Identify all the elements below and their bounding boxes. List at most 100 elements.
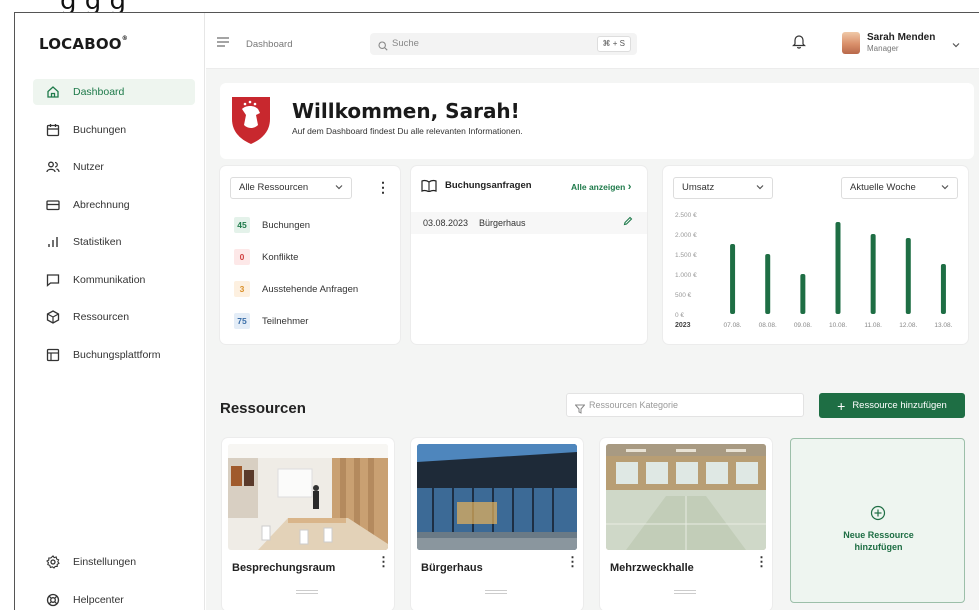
stat-item[interactable]: 3 Ausstehende Anfragen (234, 280, 358, 298)
breadcrumb[interactable]: Dashboard (246, 39, 292, 50)
new-resource-line2: hinzufügen (854, 542, 903, 552)
chevron-down-icon (335, 178, 343, 198)
sidebar-item-nutzer[interactable]: Nutzer (33, 154, 195, 180)
resource-name: Besprechungsraum (232, 562, 336, 574)
resource-card-mehrzweckhalle[interactable]: Mehrzweckhalle ⋮ (600, 438, 772, 610)
add-resource-label: Ressource hinzufügen (852, 400, 947, 411)
calendar-icon (45, 122, 61, 138)
x-year-label: 2023 (675, 322, 691, 329)
sidebar-item-label: Dashboard (73, 86, 125, 98)
stat-count: 0 (234, 249, 250, 265)
sidebar-item-helpcenter[interactable]: Helpcenter (33, 587, 195, 610)
metric-select[interactable]: Umsatz (673, 177, 773, 199)
period-select[interactable]: Aktuelle Woche (841, 177, 958, 199)
stat-label: Teilnehmer (262, 315, 309, 327)
category-filter-input[interactable]: Ressourcen Kategorie (566, 393, 804, 417)
sidebar-item-dashboard[interactable]: Dashboard (33, 79, 195, 105)
search-placeholder: Suche (392, 38, 419, 49)
pencil-icon[interactable] (623, 216, 633, 228)
sidebar-item-buchungsplattform[interactable]: Buchungsplattform (33, 342, 195, 368)
stat-item[interactable]: 75 Teilnehmer (234, 312, 308, 330)
drag-handle-icon[interactable] (485, 590, 507, 594)
chevron-right-icon: › (627, 181, 632, 193)
x-tick-label: 08.08. (759, 322, 777, 329)
more-options-icon[interactable]: ⋮ (376, 180, 390, 194)
new-resource-card[interactable]: Neue Ressource hinzufügen (790, 438, 965, 603)
avatar (842, 32, 860, 54)
stat-count: 75 (234, 313, 250, 329)
metric-select-value: Umsatz (682, 182, 715, 193)
drag-handle-icon[interactable] (674, 590, 696, 594)
requests-card: Buchungsanfragen Alle anzeigen › 03.08.2… (411, 166, 647, 344)
sidebar-item-label: Buchungen (73, 123, 127, 136)
sidebar-bottom: Einstellungen Helpcenter (33, 549, 195, 610)
sidebar-item-label: Abrechnung (73, 198, 130, 211)
period-select-value: Aktuelle Woche (850, 182, 916, 193)
sidebar-item-einstellungen[interactable]: Einstellungen (33, 549, 195, 575)
app-window: g g g LOCABOO® Dashboard Buchungen (0, 0, 979, 610)
chart-bar (730, 244, 736, 314)
stat-item[interactable]: 0 Konflikte (234, 248, 298, 266)
resource-card-buergerhaus[interactable]: Bürgerhaus ⋮ (411, 438, 583, 610)
stat-count: 45 (234, 217, 250, 233)
sports-hall-image (606, 444, 766, 550)
home-icon (45, 84, 61, 100)
chart-bar (765, 254, 771, 314)
sidebar-item-buchungen[interactable]: Buchungen (33, 117, 195, 143)
show-all-link[interactable]: Alle anzeigen › (571, 181, 631, 193)
sidebar-item-kommunikation[interactable]: Kommunikation (33, 267, 195, 293)
resource-name: Bürgerhaus (421, 562, 483, 574)
y-tick-label: 0 € (675, 312, 684, 319)
sidebar-item-statistiken[interactable]: Statistiken (33, 229, 195, 255)
layout-icon (45, 347, 61, 363)
resource-select-value: Alle Ressourcen (239, 182, 309, 193)
request-row[interactable]: 03.08.2023 Bürgerhaus (411, 212, 647, 234)
sidebar-item-label: Ressourcen (73, 311, 130, 323)
x-tick-label: 13.08. (934, 322, 952, 329)
show-all-label: Alle anzeigen (571, 182, 626, 192)
sidebar-item-abrechnung[interactable]: Abrechnung (33, 192, 195, 218)
chart-bar (940, 264, 946, 314)
drag-handle-icon[interactable] (296, 590, 318, 594)
chart-bar (905, 238, 911, 314)
chart-bar (870, 234, 876, 314)
requests-title: Buchungsanfragen (445, 180, 532, 191)
logo-mark: ® (121, 35, 128, 42)
crest-logo (230, 95, 272, 145)
main-content: Dashboard Suche ⌘ + S Sarah Menden Manag… (206, 13, 979, 610)
bell-icon[interactable] (792, 33, 806, 54)
user-name: Sarah Menden (867, 32, 936, 43)
menu-icon[interactable] (216, 35, 230, 53)
chevron-down-icon (952, 35, 960, 53)
stat-count: 3 (234, 281, 250, 297)
user-role: Manager (867, 44, 899, 53)
resource-card-besprechungsraum[interactable]: Besprechungsraum ⋮ (222, 438, 394, 610)
resource-select[interactable]: Alle Ressourcen (230, 177, 352, 199)
bar-chart-icon (45, 234, 61, 250)
user-menu[interactable]: Sarah Menden Manager (842, 30, 972, 58)
sidebar: LOCABOO® Dashboard Buchungen Nutzer Abre… (15, 13, 205, 610)
plus-circle-icon (870, 505, 886, 526)
sidebar-item-label: Buchungsplattform (73, 348, 161, 361)
welcome-subtitle: Auf dem Dashboard findest Du alle releva… (292, 126, 523, 136)
add-resource-button[interactable]: + Ressource hinzufügen (819, 393, 965, 418)
logo[interactable]: LOCABOO® (39, 35, 128, 53)
welcome-title: Willkommen, Sarah! (292, 99, 520, 123)
cropped-heading: g g g (0, 0, 979, 12)
logo-text: LOCABOO (39, 35, 122, 53)
y-tick-label: 1.500 € (675, 252, 697, 259)
chevron-down-icon (941, 178, 949, 198)
search-input[interactable]: Suche ⌘ + S (370, 33, 637, 55)
more-options-icon[interactable]: ⋮ (377, 555, 390, 568)
sidebar-item-ressourcen[interactable]: Ressourcen (33, 304, 195, 330)
request-date: 03.08.2023 (423, 218, 469, 228)
search-shortcut: ⌘ + S (596, 36, 631, 52)
gear-icon (45, 554, 61, 570)
sidebar-item-label: Statistiken (73, 236, 122, 248)
more-options-icon[interactable]: ⋮ (755, 555, 768, 568)
cube-icon (45, 309, 61, 325)
y-tick-label: 2.000 € (675, 232, 697, 239)
more-options-icon[interactable]: ⋮ (566, 555, 579, 568)
stat-item[interactable]: 45 Buchungen (234, 216, 310, 234)
stats-card: Alle Ressourcen ⋮ 45 Buchungen 0 Konflik… (220, 166, 400, 344)
